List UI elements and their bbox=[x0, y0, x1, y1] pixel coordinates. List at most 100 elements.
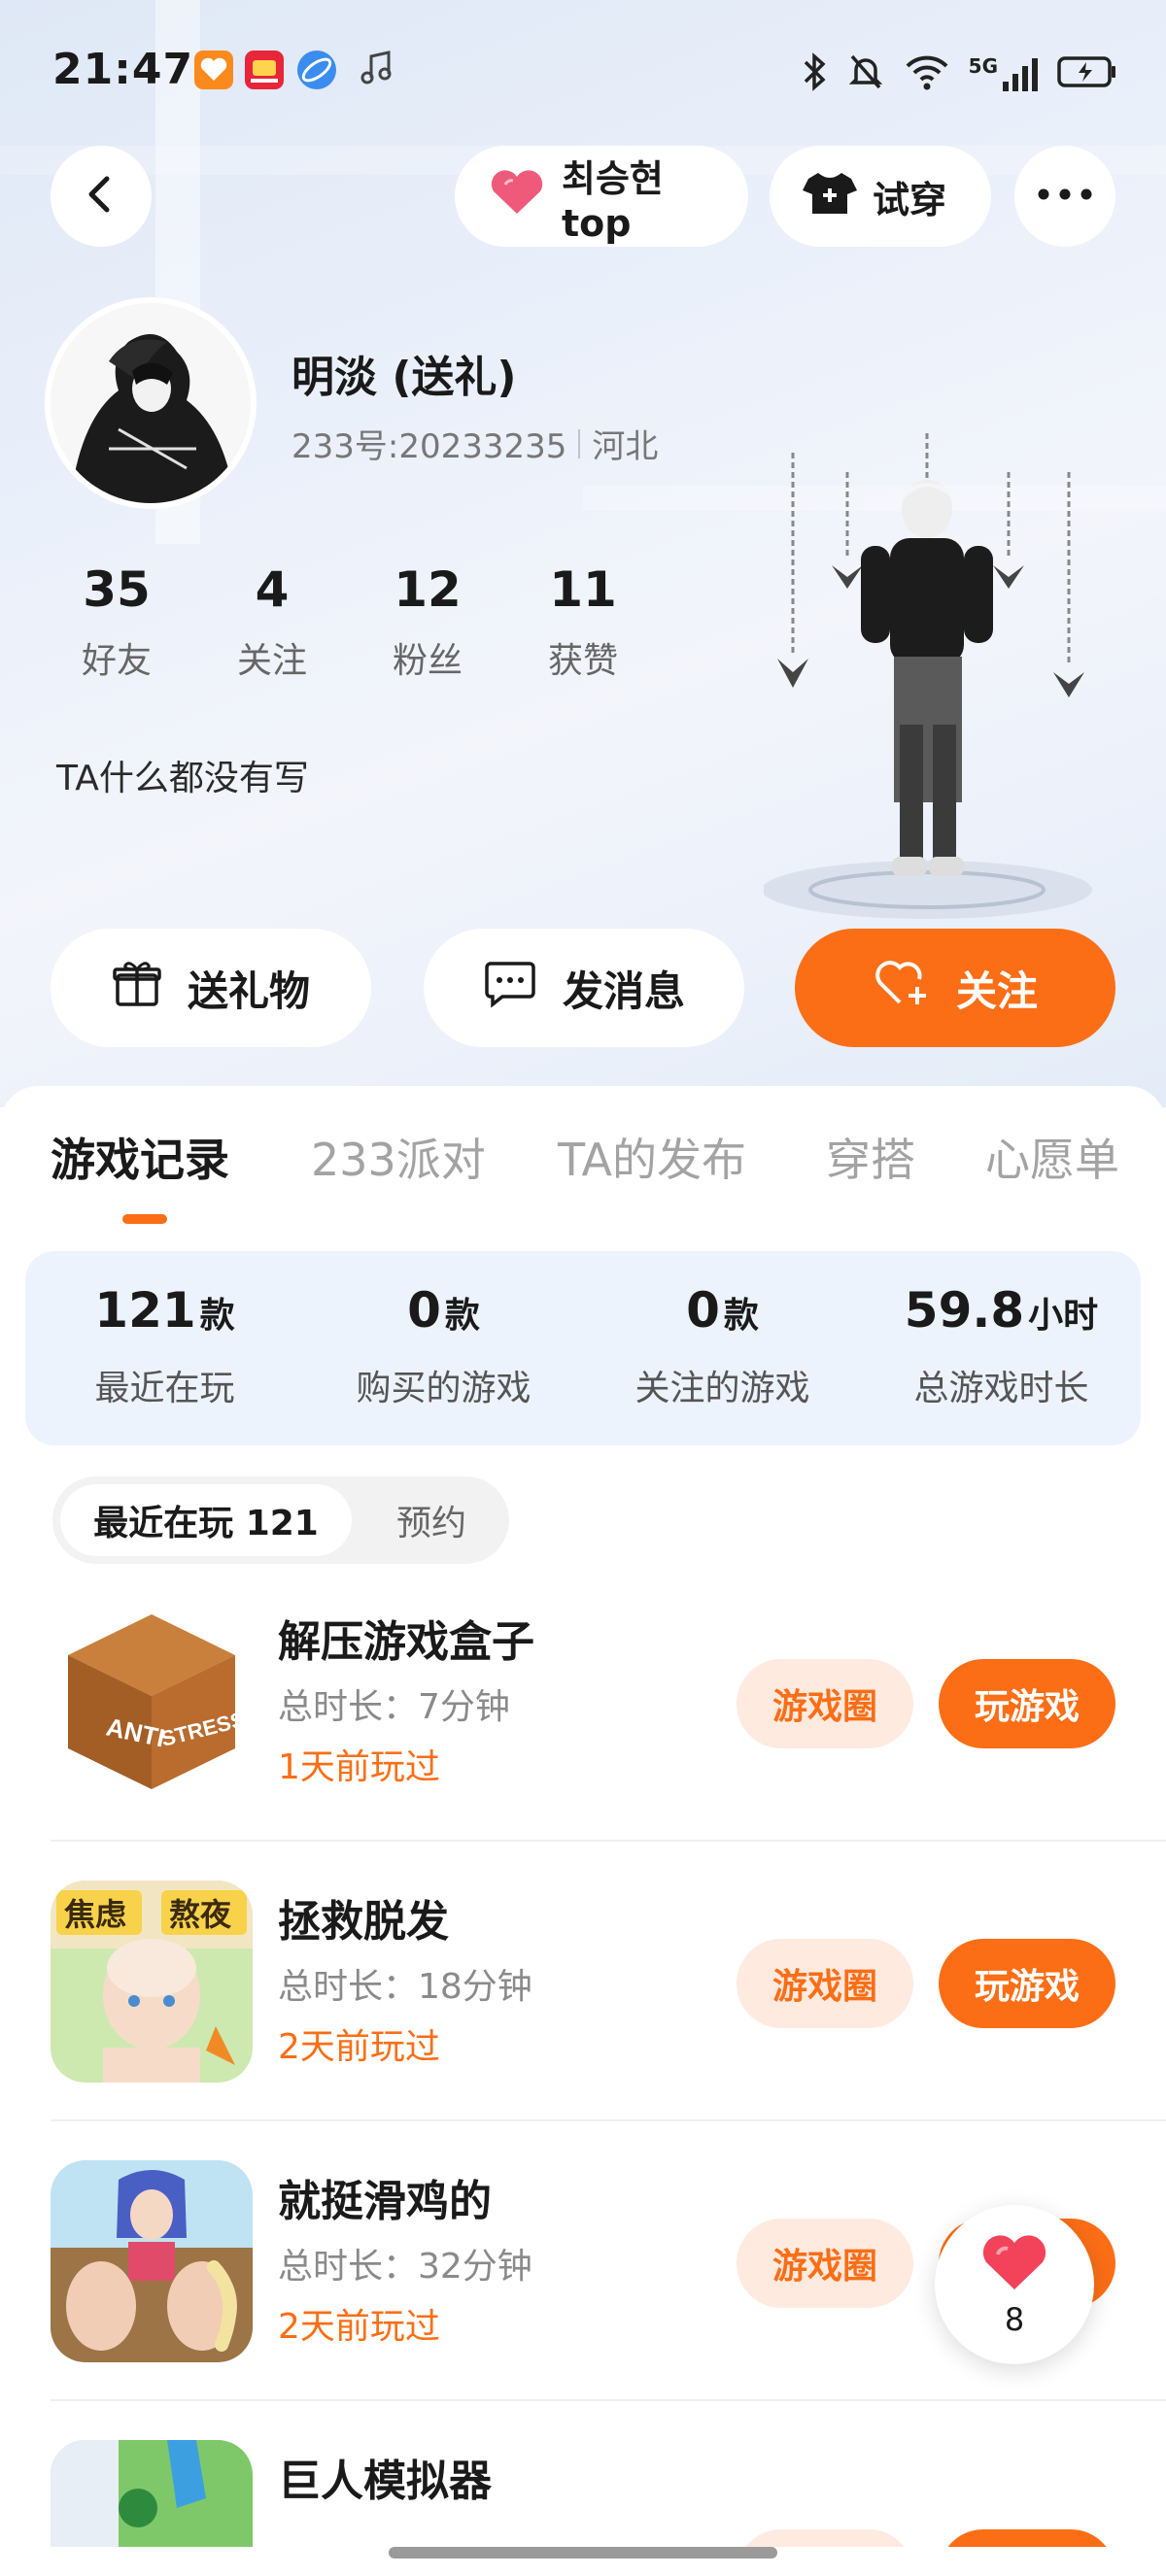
profile-stats: 35 好友 4 关注 12 粉丝 11 获赞 bbox=[39, 563, 661, 683]
back-button[interactable] bbox=[51, 146, 152, 247]
browser-app-icon bbox=[297, 51, 336, 89]
stat-following[interactable]: 4 关注 bbox=[194, 563, 350, 683]
profile-bio: TA什么都没有写 bbox=[56, 759, 309, 798]
list-divider bbox=[51, 1840, 1166, 1842]
music-note-icon bbox=[360, 49, 394, 91]
game-icon-anti-stress[interactable]: ANTI STRESS bbox=[51, 1601, 253, 1803]
list-item[interactable]: 巨人模拟器 bbox=[0, 2440, 1166, 2547]
game-name: 解压游戏盒子 bbox=[278, 1617, 534, 1667]
tab-wishlist[interactable]: 心愿单 bbox=[985, 1125, 1119, 1189]
tshirt-icon bbox=[801, 167, 859, 226]
like-count: 8 bbox=[1004, 2301, 1025, 2338]
home-indicator[interactable] bbox=[389, 2547, 777, 2559]
list-item[interactable]: 焦虑 熬夜 拯救脱发 总时长：18分钟 2天前玩过 游戏圈 玩游戏 bbox=[0, 1881, 1166, 2160]
icon-text-anxiety: 焦虑 bbox=[64, 1897, 126, 1932]
tab-game-records[interactable]: 游戏记录 bbox=[51, 1125, 229, 1189]
stat-label: 关注 bbox=[236, 641, 307, 681]
game-name: 就挺滑鸡的 bbox=[278, 2177, 492, 2226]
stat-value: 12 bbox=[394, 561, 462, 618]
username: 明淡 (送礼) bbox=[292, 353, 517, 402]
play-game-button[interactable]: 玩游戏 bbox=[939, 1939, 1115, 2028]
wifi-icon bbox=[903, 51, 951, 97]
follow-button[interactable]: 关注 bbox=[795, 929, 1115, 1047]
send-gift-button[interactable]: 送礼物 bbox=[51, 929, 371, 1047]
stat-label: 好友 bbox=[81, 641, 152, 681]
summary-unit: 款 bbox=[723, 1296, 759, 1336]
heart-tag-label: 최승현top bbox=[562, 156, 664, 245]
summary-recent[interactable]: 121 款 最近在玩 bbox=[25, 1251, 304, 1445]
stat-value: 35 bbox=[83, 561, 151, 618]
status-bar: 21:47 5G bbox=[0, 39, 1166, 109]
subtab-recent[interactable]: 最近在玩 121 bbox=[60, 1484, 352, 1556]
avatar[interactable] bbox=[45, 297, 257, 509]
tab-233-party[interactable]: 233派对 bbox=[311, 1125, 486, 1189]
play-game-button[interactable] bbox=[939, 2529, 1115, 2547]
more-button[interactable] bbox=[1014, 146, 1115, 247]
summary-value: 59.8 bbox=[904, 1282, 1025, 1339]
heart-app-icon bbox=[194, 51, 233, 89]
list-divider bbox=[51, 2399, 1166, 2401]
follow-label: 关注 bbox=[955, 966, 1038, 1015]
id-separator bbox=[578, 428, 581, 458]
summary-value: 0 bbox=[686, 1282, 720, 1339]
game-duration: 总时长：32分钟 bbox=[278, 2247, 532, 2287]
game-name: 巨人模拟器 bbox=[278, 2457, 492, 2506]
summary-unit: 款 bbox=[199, 1296, 235, 1336]
game-circle-button[interactable]: 游戏圈 bbox=[737, 1939, 913, 2028]
game-circle-button[interactable] bbox=[737, 2529, 913, 2547]
battery-icon bbox=[1057, 52, 1117, 95]
list-divider bbox=[51, 2119, 1166, 2121]
message-icon bbox=[483, 958, 537, 1018]
try-on-button[interactable]: 试穿 bbox=[770, 146, 991, 247]
game-circle-button[interactable]: 游戏圈 bbox=[737, 1659, 913, 1748]
avatar-illustration bbox=[51, 303, 251, 503]
summary-followed[interactable]: 0款 关注的游戏 bbox=[583, 1251, 862, 1445]
subtab-reserve[interactable]: 预约 bbox=[363, 1484, 499, 1556]
send-message-label: 发消息 bbox=[562, 966, 685, 1015]
avatar-character[interactable] bbox=[762, 433, 1094, 919]
game-icon-hair-rescue[interactable]: 焦虑 熬夜 bbox=[51, 1881, 253, 2083]
summary-unit: 小时 bbox=[1028, 1296, 1099, 1336]
floating-like-button[interactable]: 8 bbox=[935, 2205, 1094, 2364]
user-id: 233号:20233235 bbox=[292, 427, 567, 466]
send-message-button[interactable]: 发消息 bbox=[424, 929, 744, 1047]
heart-plus-icon bbox=[873, 958, 931, 1018]
stat-likes[interactable]: 11 获赞 bbox=[505, 563, 661, 683]
summary-unit: 款 bbox=[444, 1296, 480, 1336]
summary-label: 购买的游戏 bbox=[356, 1369, 532, 1408]
game-circle-button[interactable]: 游戏圈 bbox=[737, 2219, 913, 2308]
chevron-left-icon bbox=[82, 173, 120, 220]
heart-icon bbox=[486, 167, 548, 226]
play-game-button[interactable]: 玩游戏 bbox=[939, 1659, 1115, 1748]
user-region: 河北 bbox=[592, 427, 659, 466]
game-last-played: 2天前玩过 bbox=[278, 2027, 440, 2067]
game-name: 拯救脱发 bbox=[278, 1897, 449, 1947]
tab-outfits[interactable]: 穿搭 bbox=[826, 1125, 915, 1189]
stat-value: 4 bbox=[255, 561, 290, 618]
video-app-icon bbox=[245, 51, 284, 89]
profile-tabs: 游戏记录 233派对 TA的发布 穿搭 心愿单 bbox=[0, 1117, 1166, 1195]
summary-label: 最近在玩 bbox=[94, 1369, 235, 1408]
list-item[interactable]: ANTI STRESS 解压游戏盒子 总时长：7分钟 1天前玩过 游戏圈 玩游戏 bbox=[0, 1601, 1166, 1881]
gift-icon bbox=[112, 958, 162, 1018]
summary-purchased[interactable]: 0款 购买的游戏 bbox=[304, 1251, 583, 1445]
game-subtabs: 最近在玩 121 预约 bbox=[52, 1476, 509, 1564]
game-duration: 总时长：7分钟 bbox=[278, 1687, 510, 1727]
active-tab-indicator bbox=[122, 1214, 167, 1224]
tab-ta-posts[interactable]: TA的发布 bbox=[558, 1125, 746, 1189]
stat-fans[interactable]: 12 粉丝 bbox=[350, 563, 505, 683]
summary-label: 总游戏时长 bbox=[913, 1369, 1089, 1408]
summary-total-time[interactable]: 59.8 小时 总游戏时长 bbox=[862, 1251, 1141, 1445]
game-last-played: 2天前玩过 bbox=[278, 2307, 440, 2347]
more-dots-icon bbox=[1036, 186, 1094, 206]
game-icon-tickle[interactable] bbox=[51, 2160, 253, 2362]
send-gift-label: 送礼物 bbox=[187, 966, 310, 1015]
user-id-line: 233号:20233235 河北 bbox=[292, 420, 658, 467]
game-icon-giant-simulator[interactable] bbox=[51, 2440, 253, 2547]
stat-label: 粉丝 bbox=[392, 641, 463, 681]
stat-friends[interactable]: 35 好友 bbox=[39, 563, 194, 683]
mute-bell-icon bbox=[846, 51, 885, 97]
summary-value: 0 bbox=[407, 1282, 441, 1339]
stat-label: 获赞 bbox=[547, 641, 618, 681]
heart-tag-button[interactable]: 최승현top bbox=[455, 146, 748, 247]
